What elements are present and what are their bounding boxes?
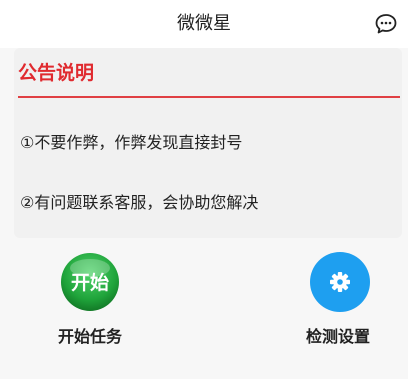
check-settings-icon [310, 252, 370, 312]
chat-bubble-icon [375, 14, 397, 34]
start-task-label: 开始任务 [57, 327, 122, 346]
gear-icon [330, 272, 350, 292]
start-icon: 开始 [61, 253, 119, 311]
notice-line: ①不要作弊，作弊发现直接封号 [20, 133, 243, 152]
notice-line: ②有问题联系客服，会协助您解决 [20, 193, 259, 212]
check-settings-button[interactable]: 检测设置 [278, 252, 398, 362]
check-settings-label: 检测设置 [305, 327, 370, 346]
notice-divider [18, 96, 400, 98]
start-icon-text: 开始 [71, 271, 109, 294]
app-title: 微微星 [177, 13, 231, 34]
notice-title: 公告说明 [18, 62, 95, 84]
app-header: 微微星 [0, 0, 408, 48]
chat-button[interactable] [374, 12, 398, 36]
notice-card: 公告说明 ①不要作弊，作弊发现直接封号 ②有问题联系客服，会协助您解决 [14, 48, 402, 238]
start-task-button[interactable]: 开始 开始任务 [30, 252, 150, 362]
